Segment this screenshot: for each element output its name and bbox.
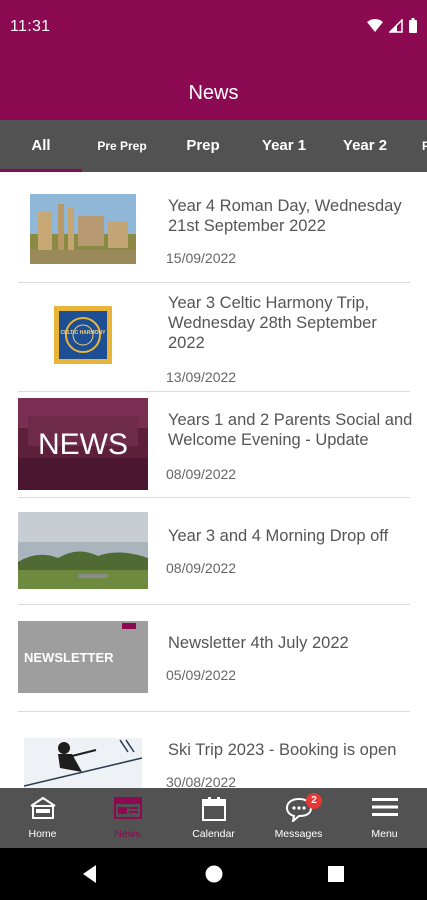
news-item[interactable]: Ski Trip 2023 - Booking is open 30/08/20… (0, 712, 427, 788)
newsletter-thumb-text: NEWSLETTER (24, 650, 114, 665)
news-item[interactable]: CELTIC HARMONY Year 3 Celtic Harmony Tri… (0, 283, 427, 391)
calendar-icon (201, 797, 226, 821)
tab-more[interactable]: P (416, 120, 427, 172)
recents-icon[interactable] (324, 862, 348, 886)
news-title: Years 1 and 2 Parents Social and Welcome… (168, 411, 413, 449)
newsletter-corner-tag (122, 623, 136, 629)
news-item[interactable]: Year 4 Roman Day, Wednesday 21st Septemb… (0, 172, 427, 282)
news-thumbnail (24, 738, 142, 788)
news-thumbnail (30, 194, 136, 264)
news-list: Year 4 Roman Day, Wednesday 21st Septemb… (0, 172, 427, 788)
news-icon (113, 797, 142, 819)
news-date: 13/09/2022 (166, 369, 237, 385)
news-date: 15/09/2022 (166, 250, 237, 266)
home-circle-icon[interactable] (202, 862, 226, 886)
news-item[interactable]: NEWSLETTER Newsletter 4th July 2022 05/0… (0, 605, 427, 711)
news-title: Ski Trip 2023 - Booking is open (168, 741, 397, 759)
status-time: 11:31 (10, 18, 51, 35)
app-header: News (0, 56, 427, 120)
news-title: Year 3 Celtic Harmony Trip, Wednesday 28… (168, 294, 377, 352)
category-tabs: All Pre Prep Prep Year 1 Year 2 P (0, 120, 427, 172)
news-thumb-text: NEWS (38, 428, 128, 461)
nav-messages-label: Messages (274, 828, 323, 840)
wifi-icon (367, 18, 383, 32)
news-date: 05/09/2022 (166, 667, 237, 683)
nav-calendar-label: Calendar (192, 828, 235, 840)
news-title: Year 3 and 4 Morning Drop off (168, 527, 389, 545)
news-thumbnail: NEWSLETTER (18, 621, 148, 693)
page-title: News (188, 82, 239, 104)
back-icon[interactable] (78, 862, 102, 886)
menu-icon (371, 798, 398, 816)
signal-icon (389, 18, 403, 33)
nav-calendar[interactable]: Calendar (171, 788, 256, 848)
news-thumbnail (18, 512, 148, 589)
news-date: 08/09/2022 (166, 560, 237, 576)
nav-messages[interactable]: 2 Messages (256, 788, 341, 848)
bottom-nav: Home News Calendar 2 Messages Menu (0, 788, 427, 848)
nav-news-label: News (114, 828, 141, 840)
news-thumbnail: CELTIC HARMONY (54, 306, 112, 364)
tab-all[interactable]: All (0, 120, 82, 172)
tab-prep[interactable]: Prep (162, 120, 244, 172)
nav-menu-label: Menu (371, 828, 398, 840)
news-item[interactable]: NEWS Years 1 and 2 Parents Social and We… (0, 392, 427, 498)
news-title: Year 4 Roman Day, Wednesday 21st Septemb… (168, 197, 402, 235)
home-icon (29, 796, 56, 819)
news-item[interactable]: Year 3 and 4 Morning Drop off 08/09/2022 (0, 498, 427, 604)
nav-home-label: Home (28, 828, 57, 840)
nav-news[interactable]: News (85, 788, 170, 848)
news-thumbnail: NEWS (18, 398, 148, 490)
system-nav-bar (0, 848, 427, 900)
nav-home[interactable]: Home (0, 788, 85, 848)
status-bar: 11:31 (0, 0, 427, 56)
messages-badge: 2 (306, 793, 322, 809)
tab-pre-prep[interactable]: Pre Prep (82, 120, 162, 172)
status-icons (367, 18, 417, 33)
news-date: 30/08/2022 (166, 774, 237, 788)
tab-year-2[interactable]: Year 2 (324, 120, 406, 172)
news-date: 08/09/2022 (166, 466, 237, 482)
battery-icon (409, 18, 417, 33)
tab-year-1[interactable]: Year 1 (244, 120, 324, 172)
celtic-harmony-logo-text: CELTIC HARMONY (60, 330, 106, 336)
nav-menu[interactable]: Menu (342, 788, 427, 848)
news-title: Newsletter 4th July 2022 (168, 634, 349, 652)
